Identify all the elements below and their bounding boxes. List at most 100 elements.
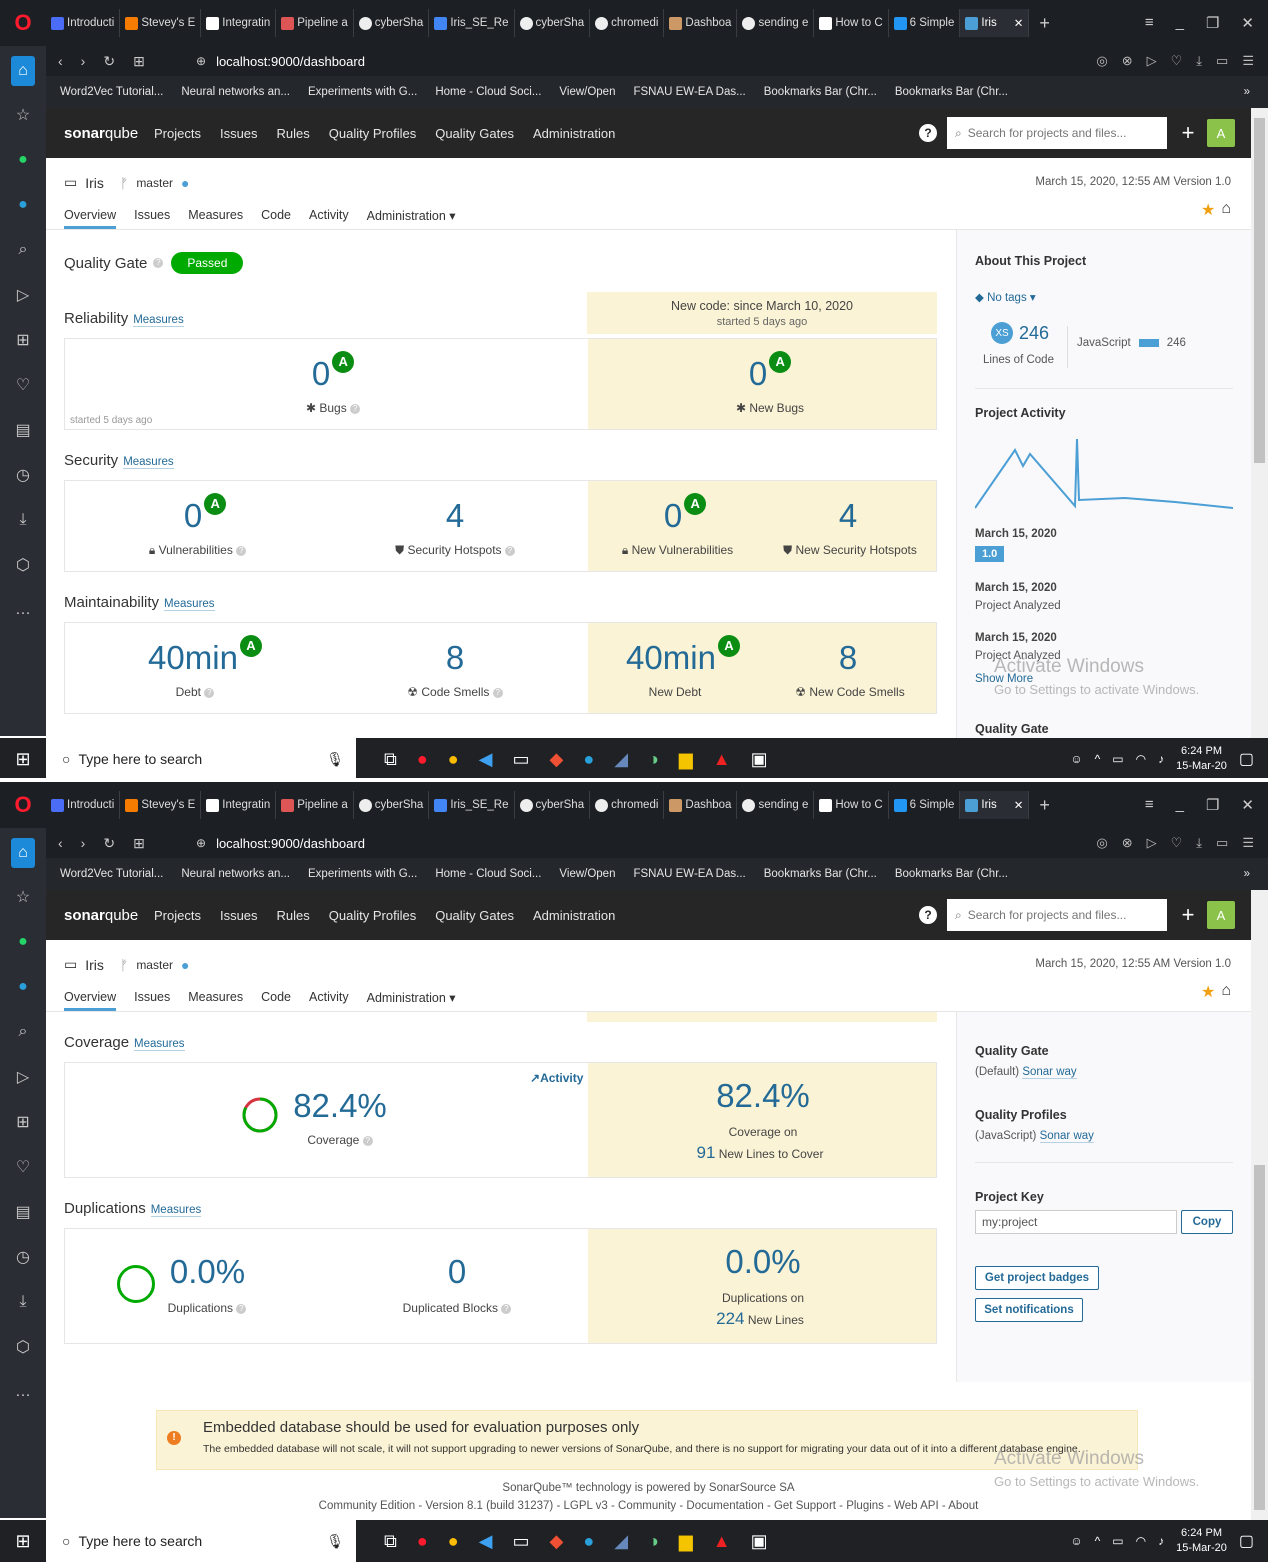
help-icon[interactable]: ? (501, 1303, 512, 1314)
terminal-icon[interactable]: ▣ (751, 749, 768, 770)
shield-icon[interactable]: ⊗ (1122, 53, 1133, 69)
avatar[interactable]: A (1207, 119, 1235, 147)
opera-icon[interactable]: ● (417, 749, 428, 770)
project-name[interactable]: Iris (85, 175, 104, 191)
bookmark[interactable]: Word2Vec Tutorial... (60, 86, 163, 98)
battery-icon[interactable]: ▭ (1216, 53, 1228, 69)
code-smells-value[interactable]: 8 (425, 641, 485, 674)
help-icon[interactable]: ? (350, 403, 361, 414)
telegram-icon[interactable]: ● (583, 749, 594, 770)
bookmark[interactable]: Neural networks an... (181, 86, 290, 98)
nav-projects[interactable]: Projects (154, 126, 201, 141)
tab-activity[interactable]: Activity (309, 208, 349, 229)
app-icon[interactable]: ◢ (614, 749, 628, 770)
help-icon[interactable]: ? (236, 1303, 247, 1314)
news-icon[interactable]: ▤ (0, 1189, 46, 1234)
bookmarks-more[interactable]: » (1244, 86, 1268, 98)
telegram-icon[interactable]: ● (583, 1531, 594, 1552)
scrollbar-thumb[interactable] (1254, 1165, 1265, 1510)
help-icon[interactable]: ? (153, 258, 164, 268)
nav-quality-gates[interactable]: Quality Gates (435, 126, 514, 141)
send-icon[interactable]: ▷ (1147, 835, 1157, 851)
bookmark-folder[interactable]: Bookmarks Bar (Chr... (764, 86, 877, 98)
vscode-icon[interactable]: ◀ (479, 749, 493, 770)
coverage-value[interactable]: 82.4% (290, 1089, 390, 1122)
app-icon[interactable]: ▭ (512, 749, 529, 770)
file-explorer-icon[interactable]: ▆ (679, 1531, 693, 1552)
bookmark[interactable]: Experiments with G... (308, 868, 417, 880)
speed-dial-icon[interactable]: ⊞ (0, 1099, 46, 1144)
tab-administration[interactable]: Administration ▾ (367, 208, 456, 229)
opera-icon[interactable]: ● (417, 1531, 428, 1552)
hotspots-value[interactable]: 4 (425, 499, 485, 532)
news-icon[interactable]: ▤ (0, 407, 46, 452)
tab-measures[interactable]: Measures (188, 990, 243, 1011)
favorite-star-icon[interactable]: ★ (1201, 200, 1215, 220)
history-icon[interactable]: ◷ (0, 1234, 46, 1279)
acrobat-icon[interactable]: ▲ (713, 749, 731, 770)
new-coverage-value[interactable]: 82.4% (713, 1079, 813, 1112)
footer-links[interactable]: Community Edition - Version 8.1 (build 3… (46, 1500, 1251, 1512)
star-icon[interactable]: ☆ (0, 874, 46, 919)
terminal-icon[interactable]: ▣ (751, 1531, 768, 1552)
battery-icon[interactable]: ▭ (1112, 1534, 1123, 1548)
scrollbar-thumb[interactable] (1254, 118, 1265, 463)
nav-projects[interactable]: Projects (154, 908, 201, 923)
browser-tab[interactable]: Dashboa (664, 791, 738, 819)
activity-graph[interactable] (975, 436, 1233, 512)
project-name[interactable]: Iris (85, 957, 104, 973)
grid-icon[interactable]: ⊞ (133, 53, 145, 70)
bookmark[interactable]: FSNAU EW-EA Das... (633, 868, 745, 880)
browser-tab[interactable]: Dashboa (664, 9, 738, 37)
sonarqube-logo[interactable]: sonarqube (46, 907, 154, 924)
nav-quality-gates[interactable]: Quality Gates (435, 908, 514, 923)
browser-tab[interactable]: 6 Simple (889, 9, 961, 37)
tab-administration[interactable]: Administration ▾ (367, 990, 456, 1011)
duplicated-blocks-value[interactable]: 0 (427, 1255, 487, 1288)
bookmark[interactable]: Word2Vec Tutorial... (60, 868, 163, 880)
measures-link[interactable]: Measures (123, 456, 174, 469)
battery-icon[interactable]: ▭ (1112, 752, 1123, 766)
new-lines-value[interactable]: 224 (716, 1309, 744, 1328)
star-icon[interactable]: ☆ (0, 92, 46, 137)
scrollbar[interactable] (1251, 890, 1268, 1520)
clock[interactable]: 6:24 PM 15-Mar-20 (1176, 744, 1227, 774)
bookmark[interactable]: View/Open (559, 868, 615, 880)
home-icon[interactable]: ⌂ (11, 56, 35, 86)
bookmark[interactable]: FSNAU EW-EA Das... (633, 86, 745, 98)
browser-tab[interactable]: Introducti (46, 9, 121, 37)
duplications-value[interactable]: 0.0% (160, 1255, 255, 1288)
notifications-button[interactable]: Set notifications (975, 1298, 1083, 1322)
bookmark[interactable]: Neural networks an... (181, 868, 290, 880)
close-tab-icon[interactable]: ✕ (1014, 798, 1024, 812)
loc-value[interactable]: 246 (1019, 323, 1049, 344)
extensions-icon[interactable]: ⬡ (0, 542, 46, 587)
quality-gate-link[interactable]: Sonar way (1022, 1066, 1077, 1079)
notification-icon[interactable]: ▢ (1239, 1531, 1254, 1551)
search-icon[interactable]: ⌕ (0, 227, 46, 272)
download-icon[interactable]: ⤓ (1196, 835, 1202, 851)
battery-icon[interactable]: ▭ (1216, 835, 1228, 851)
easy-setup-icon[interactable]: ☰ (1242, 53, 1254, 69)
chrome-icon[interactable]: ● (448, 1531, 459, 1552)
browser-tab-active[interactable]: Iris ✕ (960, 791, 1030, 819)
acrobat-icon[interactable]: ▲ (713, 1531, 731, 1552)
vulnerabilities-value[interactable]: 0A (175, 493, 235, 532)
nav-quality-profiles[interactable]: Quality Profiles (329, 126, 416, 141)
tab-issues[interactable]: Issues (134, 208, 170, 229)
taskbar-search[interactable]: ○ Type here to search 🎙︎ (46, 738, 356, 780)
tab-overview[interactable]: Overview (64, 990, 117, 1011)
copy-button[interactable]: Copy (1181, 1210, 1233, 1234)
bookmarks-more[interactable]: » (1244, 868, 1268, 880)
mic-icon[interactable]: 🎙︎ (326, 1533, 344, 1550)
heart-icon[interactable]: ♡ (0, 1144, 46, 1189)
back-icon[interactable]: ‹ (58, 53, 63, 70)
history-icon[interactable]: ◷ (0, 452, 46, 497)
browser-tab[interactable]: cyberSha (354, 9, 430, 37)
minimize-icon[interactable]: _ (1176, 14, 1184, 32)
camera-icon[interactable]: ◎ (1096, 835, 1107, 851)
browser-tab[interactable]: chromedi (590, 9, 665, 37)
opera-icon[interactable]: O (0, 0, 46, 46)
git-icon[interactable]: ◆ (549, 749, 563, 770)
avatar[interactable]: A (1207, 901, 1235, 929)
